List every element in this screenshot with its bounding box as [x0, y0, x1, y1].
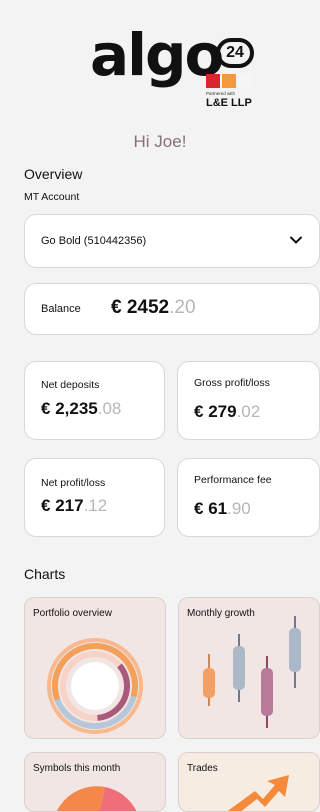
- charts-title: Charts: [24, 566, 66, 582]
- tile-trades[interactable]: Trades: [178, 752, 320, 812]
- partner-name: L&E LLP: [206, 97, 252, 109]
- stat-card-gross-profit: Gross profit/loss € 279.02: [177, 361, 320, 440]
- stat-card-net-deposits: Net deposits € 2,235.08: [24, 361, 165, 440]
- tile-portfolio-overview[interactable]: Portfolio overview: [24, 597, 166, 739]
- donut-chart-icon: [47, 638, 143, 734]
- tile-monthly-growth[interactable]: Monthly growth: [178, 597, 320, 739]
- stat-value: € 279.02: [194, 402, 261, 421]
- balance-value: € 2452.20: [111, 297, 196, 318]
- stat-value: € 61.90: [194, 499, 251, 518]
- tile-label: Portfolio overview: [33, 608, 112, 619]
- stat-card-performance-fee: Performance fee € 61.90: [177, 458, 320, 537]
- balance-card: Balance € 2452.20: [24, 283, 320, 335]
- balance-label: Balance: [41, 303, 81, 315]
- logo-light-square: [238, 74, 252, 88]
- tile-label: Trades: [187, 763, 218, 774]
- stat-label: Net deposits: [41, 379, 100, 391]
- stat-label: Performance fee: [194, 474, 272, 486]
- candlestick-icon: [203, 616, 301, 728]
- stat-value: € 217.12: [41, 496, 108, 515]
- logo-badge: 24: [216, 38, 254, 68]
- greeting: Hi Joe!: [133, 132, 187, 151]
- logo-orange-square: [222, 74, 236, 88]
- stat-label: Gross profit/loss: [194, 377, 270, 389]
- stat-card-net-profit: Net profit/loss € 217.12: [24, 458, 165, 537]
- pie-chart-icon: [56, 786, 137, 811]
- tile-label: Symbols this month: [33, 763, 121, 774]
- stat-value: € 2,235.08: [41, 399, 122, 418]
- chevron-down-icon: [289, 233, 303, 252]
- trend-arrow-icon: [227, 775, 289, 811]
- account-select-value: Go Bold (510442356): [41, 235, 147, 247]
- stat-label: Net profit/loss: [41, 477, 106, 489]
- account-label: MT Account: [24, 191, 80, 203]
- brand-logo: algo 24 Partnered with L&E LLP: [0, 18, 320, 118]
- logo-wordmark: algo: [90, 21, 224, 89]
- partner-caption: Partnered with: [206, 91, 236, 96]
- tile-symbols-this-month[interactable]: Symbols this month: [24, 752, 166, 812]
- overview-title: Overview: [24, 166, 83, 182]
- account-select[interactable]: Go Bold (510442356): [24, 214, 320, 268]
- logo-red-square: [206, 74, 220, 88]
